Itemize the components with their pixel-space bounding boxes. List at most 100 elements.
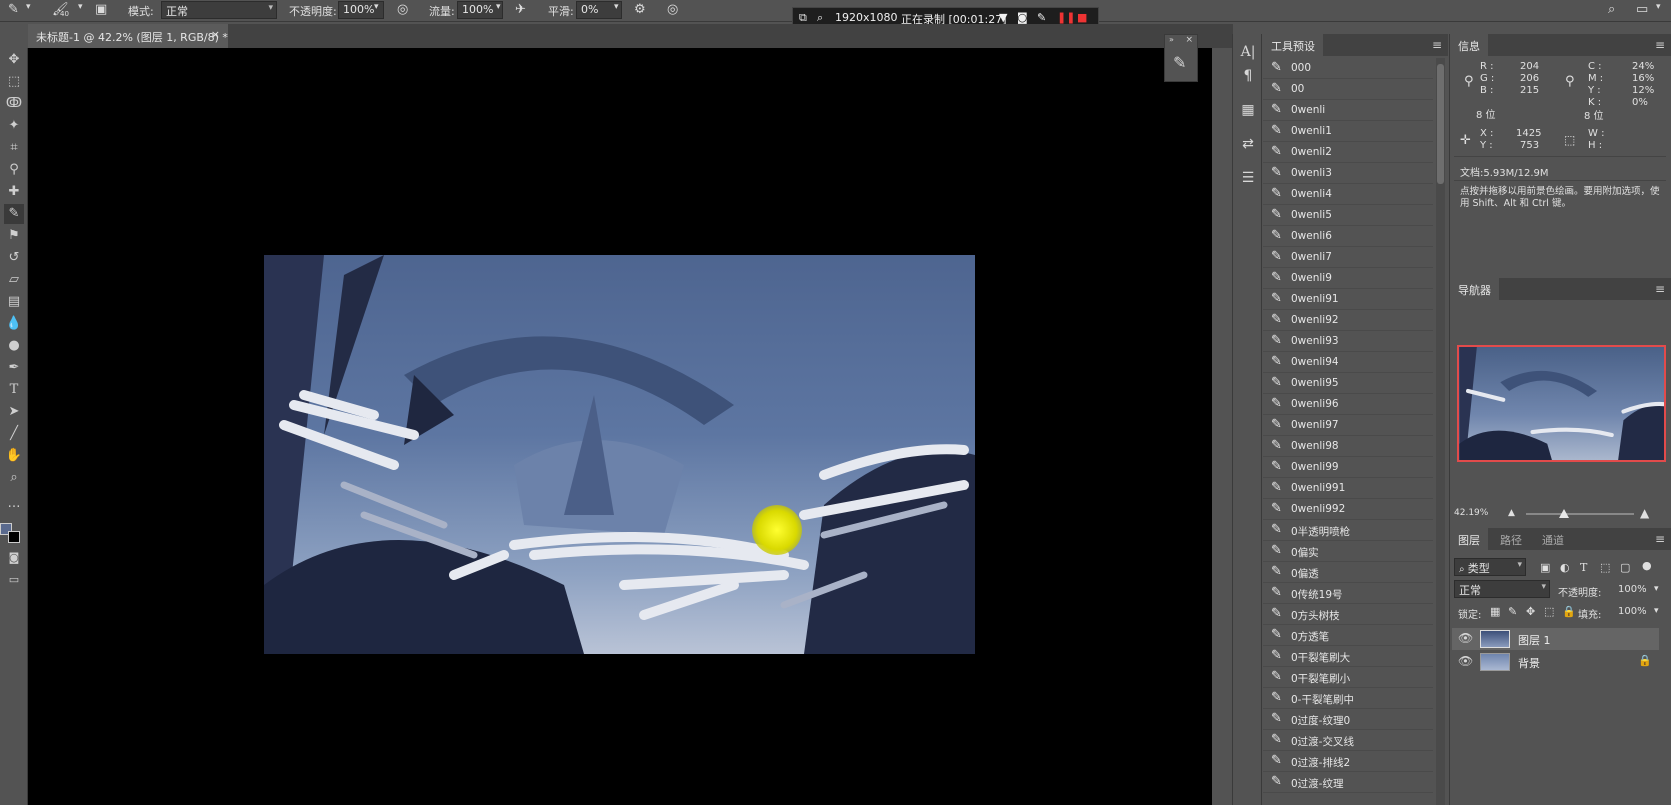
- tab-paths[interactable]: 路径: [1492, 528, 1530, 550]
- character-panel-icon[interactable]: A|: [1238, 44, 1258, 66]
- tool-preset-dropdown[interactable]: ▾: [26, 2, 31, 12]
- visibility-eye-icon[interactable]: 👁: [1458, 631, 1473, 645]
- layer-opacity-dropdown-icon[interactable]: ▾: [1654, 584, 1659, 594]
- brush-settings-icon[interactable]: ▣: [95, 2, 107, 17]
- path-selection-tool-icon[interactable]: ➤: [4, 402, 24, 422]
- lock-position-icon[interactable]: ✥: [1526, 605, 1535, 618]
- properties-icon[interactable]: ☰: [1238, 170, 1258, 192]
- painting-canvas[interactable]: [264, 255, 975, 654]
- fill-dropdown-icon[interactable]: ▾: [1654, 606, 1659, 616]
- preset-item[interactable]: ✎ 0wenli5: [1263, 205, 1433, 226]
- blend-mode-select[interactable]: 正常 ▾: [1454, 580, 1550, 598]
- preset-item[interactable]: ✎ 0-干裂笔刷中: [1263, 688, 1433, 709]
- preset-item[interactable]: ✎ 0wenli6: [1263, 226, 1433, 247]
- lock-all-icon[interactable]: 🔒: [1562, 605, 1576, 618]
- preset-item[interactable]: ✎ 0wenli7: [1263, 247, 1433, 268]
- pen-icon[interactable]: ✎: [1037, 11, 1046, 24]
- preset-item[interactable]: ✎ 0wenli98: [1263, 436, 1433, 457]
- brush-settings-icon[interactable]: ✎: [1173, 53, 1186, 72]
- type-tool-icon[interactable]: T: [4, 380, 24, 400]
- preset-item[interactable]: ✎ 0wenli97: [1263, 415, 1433, 436]
- blur-tool-icon[interactable]: 💧: [4, 314, 24, 334]
- preset-scroll-thumb[interactable]: [1437, 64, 1444, 184]
- preset-item[interactable]: ✎ 0wenli94: [1263, 352, 1433, 373]
- stamp-tool-icon[interactable]: ⚑: [4, 226, 24, 246]
- hand-tool-icon[interactable]: ✋: [4, 446, 24, 466]
- preset-item[interactable]: ✎ 0偏实: [1263, 541, 1433, 562]
- fill-value[interactable]: 100%: [1618, 606, 1647, 617]
- preset-item[interactable]: ✎ 0wenli4: [1263, 184, 1433, 205]
- zoom-slider-track[interactable]: [1526, 513, 1634, 515]
- close-icon[interactable]: ×: [1185, 35, 1193, 45]
- visibility-eye-icon[interactable]: 👁: [1458, 654, 1473, 668]
- pressure-opacity-icon[interactable]: ◎: [397, 2, 408, 17]
- camera-icon[interactable]: ◙: [1017, 11, 1028, 24]
- mode-select[interactable]: 正常 ▾: [161, 1, 277, 19]
- gear-icon[interactable]: ⚙: [634, 2, 646, 17]
- panel-menu-icon[interactable]: ≡: [1655, 282, 1665, 296]
- layer-row[interactable]: 👁 背景 🔒: [1452, 651, 1659, 673]
- close-icon[interactable]: ×: [211, 28, 220, 41]
- preset-item[interactable]: ✎ 0偏透: [1263, 562, 1433, 583]
- brush-tool-icon[interactable]: ✎: [4, 204, 24, 224]
- tab-info[interactable]: 信息: [1450, 34, 1488, 56]
- smooth-dropdown-icon[interactable]: ▾: [614, 2, 619, 12]
- tab-layers[interactable]: 图层: [1450, 528, 1488, 550]
- preset-item[interactable]: ✎ 0wenli99: [1263, 457, 1433, 478]
- panel-menu-icon[interactable]: ≡: [1655, 38, 1665, 52]
- preset-item[interactable]: ✎ 0干裂笔刷小: [1263, 667, 1433, 688]
- marquee-tool-icon[interactable]: ⬚: [4, 72, 24, 92]
- airbrush-icon[interactable]: ✈: [515, 2, 526, 17]
- preset-item[interactable]: ✎ 0wenli1: [1263, 121, 1433, 142]
- pause-icon[interactable]: ❚❚: [1057, 11, 1075, 24]
- pressure-size-icon[interactable]: ◎: [667, 2, 678, 17]
- tab-tool-presets[interactable]: 工具预设: [1263, 34, 1323, 56]
- filter-type-icon[interactable]: T: [1580, 561, 1587, 574]
- preset-item[interactable]: ✎ 0wenli991: [1263, 478, 1433, 499]
- preset-item[interactable]: ✎ 0wenli92: [1263, 310, 1433, 331]
- stop-icon[interactable]: ■: [1077, 11, 1087, 24]
- crop-tool-icon[interactable]: ⌗: [4, 138, 24, 158]
- preset-item[interactable]: ✎ 0wenli93: [1263, 331, 1433, 352]
- opacity-dropdown-icon[interactable]: ▾: [374, 2, 379, 12]
- brush-picker-arrow[interactable]: ▾: [78, 2, 83, 12]
- eraser-tool-icon[interactable]: ▱: [4, 270, 24, 290]
- preset-item[interactable]: ✎ 0wenli992: [1263, 499, 1433, 520]
- dodge-tool-icon[interactable]: ●: [4, 336, 24, 356]
- lock-image-icon[interactable]: ✎: [1508, 605, 1517, 618]
- brush-panel-icon[interactable]: ▦: [1238, 102, 1258, 124]
- search-icon[interactable]: ⌕: [1608, 2, 1615, 17]
- preset-item[interactable]: ✎ 0wenli3: [1263, 163, 1433, 184]
- preset-item[interactable]: ✎ 0过渡-纹理: [1263, 772, 1433, 793]
- move-tool-icon[interactable]: ✥: [4, 50, 24, 70]
- zoom-in-icon[interactable]: ▲: [1640, 506, 1649, 520]
- zoom-slider-handle[interactable]: [1559, 509, 1569, 518]
- preset-item[interactable]: ✎ 0wenli91: [1263, 289, 1433, 310]
- layer-opacity-value[interactable]: 100%: [1618, 584, 1647, 595]
- zoom-out-icon[interactable]: ▲: [1508, 508, 1515, 518]
- workspace-dropdown-icon[interactable]: ▾: [1656, 2, 1661, 12]
- paragraph-panel-icon[interactable]: ¶: [1238, 68, 1258, 90]
- lock-transparent-icon[interactable]: ▦: [1490, 605, 1500, 618]
- clone-source-icon[interactable]: ⇄: [1238, 136, 1258, 158]
- preset-item[interactable]: ✎ 000: [1263, 58, 1433, 79]
- preset-item[interactable]: ✎ 0wenli2: [1263, 142, 1433, 163]
- flow-dropdown-icon[interactable]: ▾: [496, 2, 501, 12]
- navigator-preview[interactable]: [1457, 345, 1666, 462]
- preset-item[interactable]: ✎ 0干裂笔刷大: [1263, 646, 1433, 667]
- quick-mask-icon[interactable]: ◙: [4, 548, 24, 568]
- recorder-window-icon[interactable]: ⧉: [799, 11, 807, 25]
- filter-shape-icon[interactable]: ⬚: [1600, 561, 1610, 574]
- lock-artboard-icon[interactable]: ⬚: [1544, 605, 1554, 618]
- tab-navigator[interactable]: 导航器: [1450, 278, 1499, 300]
- layer-row[interactable]: 👁 图层 1: [1452, 628, 1659, 650]
- screen-mode-icon[interactable]: ▭: [4, 570, 24, 590]
- healing-brush-tool-icon[interactable]: ✚: [4, 182, 24, 202]
- recorder-dropdown-icon[interactable]: ▼: [999, 11, 1007, 24]
- preset-item[interactable]: ✎ 0方透笔: [1263, 625, 1433, 646]
- gradient-tool-icon[interactable]: ▤: [4, 292, 24, 312]
- eyedropper-tool-icon[interactable]: ⚲: [4, 160, 24, 180]
- background-color-swatch[interactable]: [8, 531, 20, 543]
- preset-item[interactable]: ✎ 0wenli: [1263, 100, 1433, 121]
- preset-item[interactable]: ✎ 0半透明喷枪: [1263, 520, 1433, 541]
